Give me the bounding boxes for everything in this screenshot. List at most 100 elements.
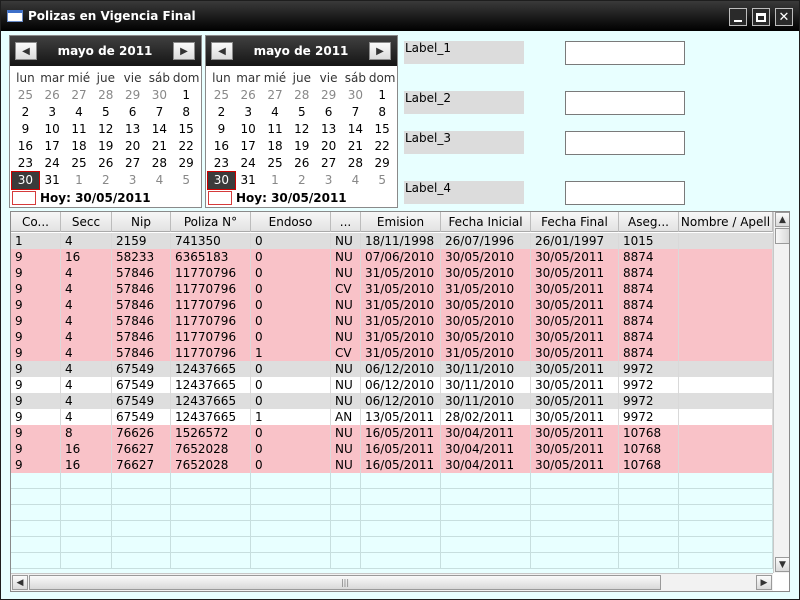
day-cell[interactable]: 30 [146, 87, 173, 104]
day-cell[interactable]: 29 [173, 155, 200, 172]
vertical-scrollbar[interactable]: ▲ ▼ [773, 212, 789, 573]
day-cell[interactable]: 26 [288, 155, 315, 172]
day-cell[interactable]: 2 [92, 172, 119, 189]
column-header[interactable]: Secc [61, 212, 112, 232]
day-cell[interactable]: 21 [146, 138, 173, 155]
table-row[interactable]: 9 4 57846 11770796 0 NU 31/05/2010 30/05/2010 30… [11, 313, 773, 329]
calendar-today[interactable]: Hoy: 30/05/2011 [208, 189, 347, 207]
day-cell[interactable]: 14 [146, 121, 173, 138]
day-cell[interactable]: 28 [342, 155, 369, 172]
day-cell[interactable]: 4 [146, 172, 173, 189]
selected-day[interactable]: 30 [207, 171, 236, 190]
day-cell[interactable]: 3 [315, 172, 342, 189]
day-cell[interactable]: 27 [66, 87, 93, 104]
scroll-right-button[interactable]: ▶ [756, 575, 772, 590]
table-row[interactable]: 9 4 67549 12437665 0 NU 06/12/2010 30/11/2010 30… [11, 377, 773, 393]
column-header[interactable]: Fecha Inicial [441, 212, 531, 232]
day-cell[interactable]: 1 [173, 87, 200, 104]
day-cell[interactable]: 4 [342, 172, 369, 189]
day-cell[interactable]: 20 [119, 138, 146, 155]
field-4-input[interactable] [565, 181, 685, 205]
day-cell[interactable]: 27 [262, 87, 289, 104]
day-cell[interactable]: 6 [119, 104, 146, 121]
day-cell[interactable]: 1 [262, 172, 289, 189]
column-header[interactable]: Nombre / Apell [679, 212, 773, 232]
day-cell[interactable]: 18 [262, 138, 289, 155]
scroll-up-button[interactable]: ▲ [775, 212, 789, 227]
selected-day[interactable]: 30 [11, 171, 40, 190]
maximize-button[interactable] [752, 8, 770, 26]
day-cell[interactable]: 27 [315, 155, 342, 172]
day-cell[interactable]: 16 [208, 138, 235, 155]
table-row[interactable]: 9 4 57846 11770796 0 CV 31/05/2010 31/05/2010 30… [11, 281, 773, 297]
table-row[interactable]: 9 4 67549 12437665 1 AN 13/05/2011 28/02/2011 30… [11, 409, 773, 425]
day-cell[interactable]: 8 [173, 104, 200, 121]
table-row[interactable]: 9 4 57846 11770796 0 NU 31/05/2010 30/05/2010 30… [11, 297, 773, 313]
table-row[interactable]: 9 4 67549 12437665 0 NU 06/12/2010 30/11/2010 30… [11, 393, 773, 409]
table-row[interactable]: 9 16 76627 7652028 0 NU 16/05/2011 30/04/2011 30… [11, 441, 773, 457]
day-cell[interactable]: 19 [288, 138, 315, 155]
column-header[interactable]: Endoso [251, 212, 331, 232]
day-cell[interactable]: 29 [119, 87, 146, 104]
day-cell[interactable]: 1 [369, 87, 396, 104]
day-cell[interactable]: 24 [235, 155, 262, 172]
day-cell[interactable]: 25 [208, 87, 235, 104]
day-cell[interactable]: 17 [235, 138, 262, 155]
field-2-input[interactable] [565, 91, 685, 115]
vertical-scroll-thumb[interactable] [775, 228, 789, 244]
day-cell[interactable]: 9 [12, 121, 39, 138]
day-cell[interactable]: 10 [235, 121, 262, 138]
day-cell[interactable]: 8 [369, 104, 396, 121]
column-header[interactable]: Co... [11, 212, 61, 232]
table-row[interactable]: 9 4 67549 12437665 0 NU 06/12/2010 30/11/2010 30… [11, 361, 773, 377]
day-cell[interactable]: 24 [39, 155, 66, 172]
table-row[interactable]: 9 4 57846 11770796 0 NU 31/05/2010 30/05/2010 30… [11, 329, 773, 345]
column-header[interactable]: Nip [112, 212, 171, 232]
column-header[interactable]: ... [331, 212, 361, 232]
field-3-input[interactable] [565, 131, 685, 155]
day-cell[interactable]: 2 [288, 172, 315, 189]
day-cell[interactable]: 11 [66, 121, 93, 138]
day-cell[interactable]: 3 [39, 104, 66, 121]
table-row[interactable]: 9 4 57846 11770796 0 NU 31/05/2010 30/05/2010 30… [11, 265, 773, 281]
table-row[interactable]: 9 16 58233 6365183 0 NU 07/06/2010 30/05/2010 30… [11, 249, 773, 265]
close-button[interactable]: ✕ [775, 8, 793, 26]
day-cell[interactable]: 22 [173, 138, 200, 155]
day-cell[interactable]: 18 [66, 138, 93, 155]
day-cell[interactable]: 21 [342, 138, 369, 155]
day-cell[interactable]: 2 [208, 104, 235, 121]
day-cell[interactable]: 31 [235, 172, 262, 189]
day-cell[interactable]: 7 [342, 104, 369, 121]
day-cell[interactable]: 5 [92, 104, 119, 121]
day-cell[interactable]: 11 [262, 121, 289, 138]
table-row[interactable]: 1 4 2159 741350 0 NU 18/11/1998 26/07/1996 26/01… [11, 233, 773, 249]
day-cell[interactable]: 5 [369, 172, 396, 189]
horizontal-scroll-thumb[interactable]: ||| [29, 575, 661, 590]
day-cell[interactable]: 30 [342, 87, 369, 104]
column-header[interactable]: Poliza N° [171, 212, 251, 232]
day-cell[interactable]: 28 [92, 87, 119, 104]
day-cell[interactable]: 17 [39, 138, 66, 155]
day-cell[interactable]: 23 [208, 155, 235, 172]
day-cell[interactable]: 25 [12, 87, 39, 104]
day-cell[interactable]: 29 [315, 87, 342, 104]
day-cell[interactable]: 25 [66, 155, 93, 172]
table-row[interactable]: 9 8 76626 1526572 0 NU 16/05/2011 30/04/2011 30/… [11, 425, 773, 441]
day-cell[interactable]: 20 [315, 138, 342, 155]
day-cell[interactable]: 25 [262, 155, 289, 172]
day-cell[interactable]: 5 [173, 172, 200, 189]
day-cell[interactable]: 12 [92, 121, 119, 138]
day-cell[interactable]: 1 [66, 172, 93, 189]
day-cell[interactable]: 31 [39, 172, 66, 189]
next-month-button[interactable]: ▶ [173, 42, 195, 60]
day-cell[interactable]: 9 [208, 121, 235, 138]
day-cell[interactable]: 29 [369, 155, 396, 172]
day-cell[interactable]: 26 [92, 155, 119, 172]
prev-month-button[interactable]: ◀ [15, 42, 37, 60]
scroll-down-button[interactable]: ▼ [775, 557, 789, 572]
day-cell[interactable]: 5 [288, 104, 315, 121]
table-row[interactable]: 9 16 76627 7652028 0 NU 16/05/2011 30/04/2011 30… [11, 457, 773, 473]
day-cell[interactable]: 27 [119, 155, 146, 172]
prev-month-button[interactable]: ◀ [211, 42, 233, 60]
day-cell[interactable]: 14 [342, 121, 369, 138]
